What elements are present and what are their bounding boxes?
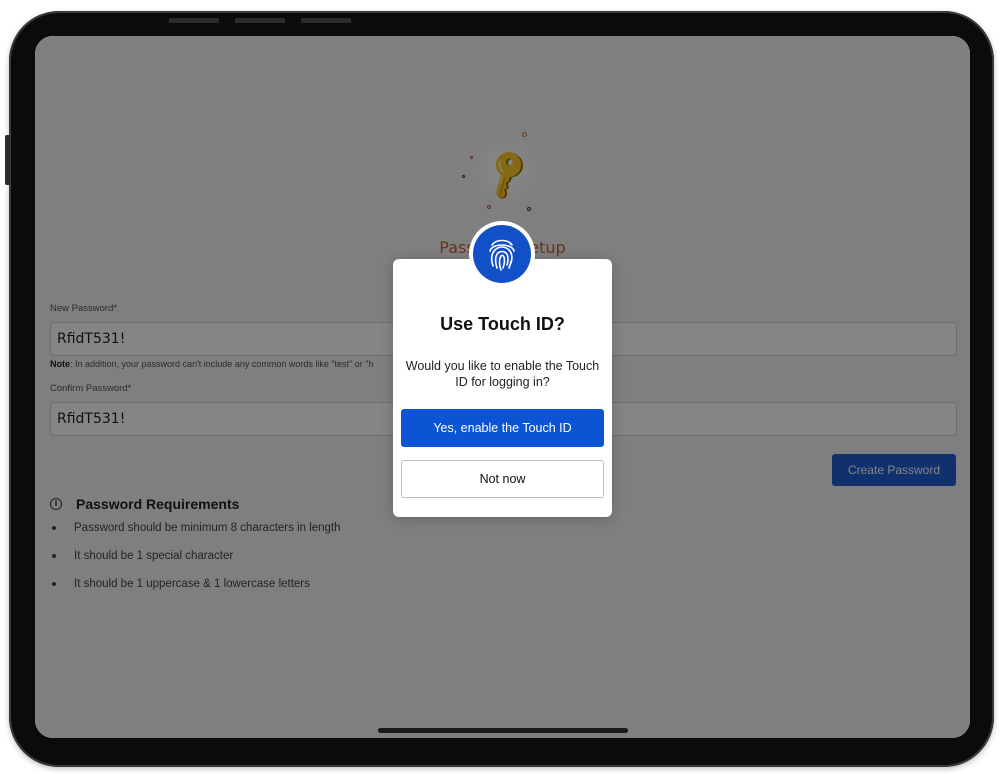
home-indicator[interactable] xyxy=(378,728,628,733)
screen: 🔑 Password Setup New Password* RfidT531!… xyxy=(35,36,970,738)
enable-touch-id-button[interactable]: Yes, enable the Touch ID xyxy=(401,409,604,447)
fingerprint-icon xyxy=(473,225,531,283)
touch-id-dialog: Use Touch ID? Would you like to enable t… xyxy=(393,259,612,517)
not-now-button[interactable]: Not now xyxy=(401,460,604,498)
fingerprint-badge xyxy=(469,221,535,287)
top-button xyxy=(235,18,285,23)
side-button xyxy=(5,135,10,185)
dialog-title: Use Touch ID? xyxy=(440,314,565,334)
top-button xyxy=(169,18,219,23)
top-button xyxy=(301,18,351,23)
dialog-message: Would you like to enable the Touch ID fo… xyxy=(405,359,600,389)
